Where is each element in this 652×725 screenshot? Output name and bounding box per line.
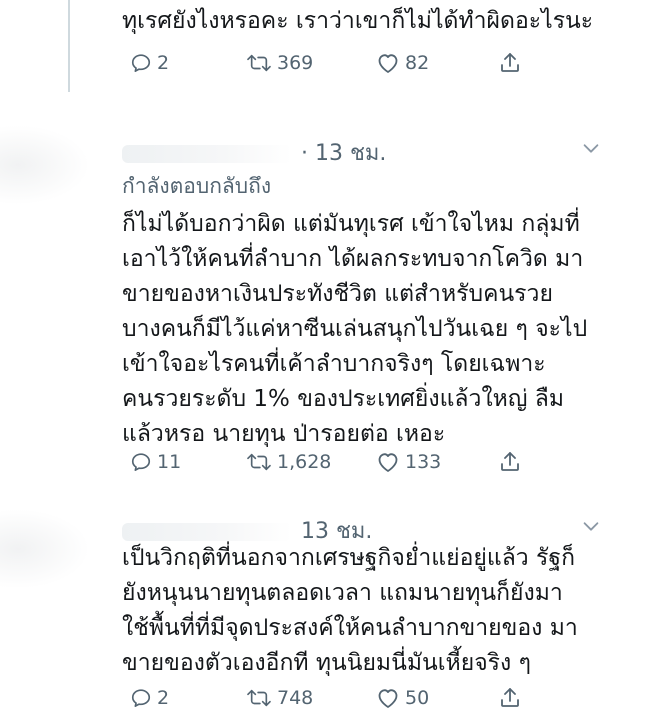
tweet-text: ก็ไม่ได้บอกว่าผิด แต่มันทุเรศ เข้าใจไหม … <box>122 207 622 452</box>
tweet-text-line: ยังหนุนนายทุนตลอดเวลา แถมนายทุนก็ยังมา <box>122 580 563 606</box>
reply-button[interactable]: 2 <box>130 683 169 713</box>
like-button[interactable]: 82 <box>376 48 429 78</box>
share-button[interactable] <box>498 447 522 477</box>
reply-icon <box>131 453 151 471</box>
tweet-text-line: เข้าใจอะไรคนที่เค้าลำบากจริงๆ โดยเฉพาะ <box>122 351 546 377</box>
share-button[interactable] <box>498 48 522 78</box>
retweet-button[interactable]: 1,628 <box>246 447 331 477</box>
tweet-text-line: คนรวยระดับ 1% ของประเทศยิ่งแล้วใหญ่ ลืม <box>122 386 564 412</box>
like-count: 82 <box>405 52 430 74</box>
tweet-text-line: ขายของหาเงินประทังชีวิต แต่สำหรับคนรวย <box>122 281 553 307</box>
reply-count: 2 <box>157 52 170 74</box>
retweet-icon <box>247 453 271 471</box>
like-button[interactable]: 50 <box>376 683 429 713</box>
like-count: 133 <box>405 451 442 473</box>
tweet-text: ทุเรศยังไงหรอคะ เราว่าเขาก็ไม่ได้ทำผิดอะ… <box>122 4 622 39</box>
tweet-text-line: บางคนก็มีไว้แค่หาซีนเล่นสนุกไปวันเฉย ๆ จ… <box>122 316 588 342</box>
tweet-text-line: ทุเรศยังไงหรอคะ เราว่าเขาก็ไม่ได้ทำผิดอะ… <box>122 8 594 34</box>
retweet-count: 1,628 <box>277 451 332 473</box>
tweet-text-line: ขายของตัวเองอีกที ทุนนิยมนี่มันเหี้ยจริง… <box>122 650 531 676</box>
share-icon <box>501 688 519 707</box>
retweet-button[interactable]: 748 <box>246 683 313 713</box>
like-icon <box>378 689 398 708</box>
tweet-text: เป็นวิกฤติที่นอกจากเศรษฐกิจย่ำแย่อยู่แล้… <box>122 541 622 681</box>
chevron-down-icon[interactable] <box>580 515 602 537</box>
reply-count: 11 <box>157 451 182 473</box>
share-icon <box>501 452 519 471</box>
reply-count: 2 <box>157 687 170 709</box>
tweet-3[interactable]: 13 ชม. เป็นวิกฤติที่นอกจากเศรษฐกิจย่ำแย่… <box>0 505 652 725</box>
share-icon <box>501 53 519 72</box>
tweet-text-line: เอาไว้ให้คนที่ลำบาก ได้ผลกระทบจากโควิด ม… <box>122 246 584 272</box>
tweet-actions: 11 1,628 133 <box>0 447 652 477</box>
avatar[interactable] <box>0 509 90 589</box>
tweet-text-line: ใช้พื้นที่ที่มีจุดประสงค์ให้คนลำบากขายขอ… <box>122 615 578 641</box>
like-icon <box>378 453 398 472</box>
tweet-actions: 2 748 50 <box>0 683 652 713</box>
reply-icon <box>131 689 151 707</box>
retweet-button[interactable]: 369 <box>246 48 313 78</box>
tweet-actions: 2 369 82 <box>0 48 652 78</box>
blurred-username <box>122 523 292 541</box>
tweet-2[interactable]: · 13 ชม. กำลังตอบกลับถึง ก็ไม่ได้บอกว่าผ… <box>0 125 652 505</box>
tweet-text-line: เป็นวิกฤติที่นอกจากเศรษฐกิจย่ำแย่อยู่แล้… <box>122 545 575 571</box>
like-button[interactable]: 133 <box>376 447 441 477</box>
retweet-icon <box>247 689 271 707</box>
share-button[interactable] <box>498 683 522 713</box>
like-count: 50 <box>405 687 430 709</box>
tweet-1[interactable]: ทุเรศยังไงหรอคะ เราว่าเขาก็ไม่ได้ทำผิดอะ… <box>0 0 652 100</box>
blurred-username <box>122 145 292 163</box>
reply-button[interactable]: 2 <box>130 48 169 78</box>
retweet-icon <box>247 54 271 72</box>
tweet-text-line: ก็ไม่ได้บอกว่าผิด แต่มันทุเรศ เข้าใจไหม … <box>122 211 580 237</box>
like-icon <box>378 54 398 73</box>
retweet-count: 369 <box>277 52 314 74</box>
reply-to-label: กำลังตอบกลับถึง <box>122 174 272 198</box>
reply-icon <box>131 54 151 72</box>
tweet-header: · 13 ชม. <box>122 135 386 170</box>
avatar[interactable] <box>0 125 90 205</box>
reply-button[interactable]: 11 <box>130 447 181 477</box>
retweet-count: 748 <box>277 687 314 709</box>
chevron-down-icon[interactable] <box>580 137 602 159</box>
tweet-time[interactable]: · 13 ชม. <box>301 141 386 166</box>
